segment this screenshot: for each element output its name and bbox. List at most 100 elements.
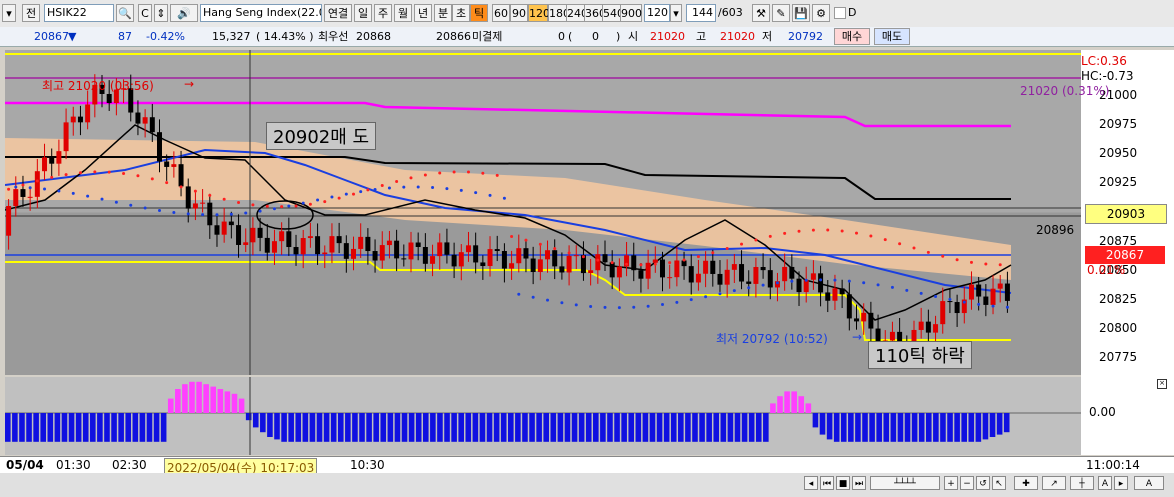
- candle-body: [925, 321, 931, 333]
- period-180[interactable]: 180: [548, 4, 570, 22]
- stop-icon[interactable]: ■: [836, 476, 850, 490]
- tools-icon[interactable]: ✎: [772, 4, 790, 22]
- chevron-down-icon[interactable]: ▾: [670, 4, 682, 22]
- candle-body: [588, 270, 594, 274]
- candle-body: [351, 248, 357, 259]
- sar-dot-red: [136, 174, 140, 178]
- sar-dot-red: [696, 255, 700, 259]
- indicator-bar: [571, 413, 578, 442]
- candle-body: [645, 262, 651, 279]
- candle-body: [832, 288, 838, 301]
- close-pane-icon[interactable]: ×: [1157, 379, 1167, 389]
- count-total: /603: [718, 6, 743, 19]
- best-bid-label: 최우선: [318, 30, 349, 43]
- sar-dot-blue: [560, 301, 564, 305]
- day-tab[interactable]: 일: [354, 4, 372, 22]
- period-select[interactable]: 120: [644, 4, 670, 22]
- month-tab[interactable]: 월: [394, 4, 412, 22]
- sar-dot-red: [165, 181, 169, 185]
- scroll-right-icon[interactable]: ▸: [1114, 476, 1128, 490]
- sound-icon[interactable]: 🔊: [170, 4, 198, 22]
- save-icon[interactable]: 💾: [792, 4, 810, 22]
- index-name-field[interactable]: Hang Seng Index(22.0: [200, 4, 322, 22]
- period-90[interactable]: 90: [510, 4, 528, 22]
- buy-button[interactable]: 매수: [834, 28, 870, 45]
- sar-dot-red: [969, 260, 973, 264]
- candle-body: [753, 266, 759, 284]
- indicator-bar: [61, 413, 68, 442]
- link-button[interactable]: 연결: [324, 4, 352, 22]
- sell-button[interactable]: 매도: [874, 28, 910, 45]
- font-larger-icon[interactable]: A: [1134, 476, 1164, 490]
- candle-body: [724, 269, 730, 285]
- price-tag-yellow: 20903: [1085, 204, 1167, 224]
- period-240[interactable]: 240: [566, 4, 588, 22]
- candle-body: [983, 296, 989, 305]
- indicator-bar: [940, 413, 946, 442]
- indicator-bar: [33, 413, 39, 442]
- sar-dot-blue: [1005, 305, 1009, 309]
- scroll-left-icon[interactable]: ◂: [804, 476, 818, 490]
- candle-body: [465, 245, 471, 253]
- sar-dot-blue: [445, 187, 449, 191]
- indicator-bar: [210, 386, 217, 413]
- period-900[interactable]: 900: [620, 4, 642, 22]
- candle-body: [444, 242, 450, 255]
- ruler-icon[interactable]: ┼: [1070, 476, 1094, 490]
- all-button[interactable]: 전: [22, 4, 40, 22]
- zoom-in-icon[interactable]: +: [944, 476, 958, 490]
- price-change-pct: -0.42%: [146, 30, 185, 43]
- sar-dot-red: [840, 229, 844, 233]
- crosshair-icon[interactable]: ✚: [1014, 476, 1038, 490]
- pointer-icon[interactable]: ↗: [1042, 476, 1066, 490]
- count-input[interactable]: 144: [686, 4, 716, 22]
- second-tab[interactable]: 초: [452, 4, 470, 22]
- sar-dot-red: [754, 238, 758, 242]
- sar-dot-red: [21, 183, 25, 187]
- compare-icon[interactable]: C: [138, 4, 152, 22]
- minute-tab[interactable]: 분: [434, 4, 452, 22]
- period-360[interactable]: 360: [584, 4, 606, 22]
- candle-body: [990, 288, 996, 305]
- drop-note[interactable]: 110틱 하락: [868, 341, 972, 369]
- first-icon[interactable]: ⏮: [820, 476, 834, 490]
- sell-note[interactable]: 20902매 도: [266, 122, 377, 150]
- indicator-bar: [231, 393, 238, 413]
- candle-body: [379, 245, 385, 261]
- candle-body: [810, 273, 816, 280]
- search-icon[interactable]: 🔍: [116, 4, 134, 22]
- week-tab[interactable]: 주: [374, 4, 392, 22]
- indicator-bar: [933, 413, 939, 442]
- period-120[interactable]: 120: [528, 4, 550, 22]
- sar-dot-blue: [316, 198, 320, 202]
- dropdown-arrow-icon[interactable]: ▾: [2, 4, 16, 22]
- indicator-bar: [146, 413, 153, 442]
- symbol-input[interactable]: HSIK22: [44, 4, 114, 22]
- d-checkbox[interactable]: [834, 7, 846, 19]
- down-arrow-icon: ▼: [68, 30, 77, 43]
- zoom-out-icon[interactable]: −: [960, 476, 974, 490]
- sar-dot-red: [395, 179, 399, 183]
- cursor-icon[interactable]: ↖: [992, 476, 1006, 490]
- reset-icon[interactable]: ↺: [976, 476, 990, 490]
- sar-dot-red: [998, 263, 1002, 267]
- indicator-bar: [515, 413, 521, 442]
- year-tab[interactable]: 년: [414, 4, 432, 22]
- font-smaller-icon[interactable]: A: [1098, 476, 1112, 490]
- indicator-bar: [840, 413, 847, 442]
- tick-tab[interactable]: 틱: [470, 4, 488, 22]
- sar-dot-blue: [43, 187, 47, 191]
- sar-dot-red: [912, 246, 916, 250]
- candle-body: [415, 242, 421, 248]
- candle-body: [315, 236, 321, 255]
- last-icon[interactable]: ⏭: [852, 476, 866, 490]
- period-540[interactable]: 540: [602, 4, 624, 22]
- candle-body: [501, 251, 507, 269]
- price-chart[interactable]: [4, 50, 1081, 375]
- scroll-icon[interactable]: ⇕: [154, 4, 168, 22]
- scroll-track[interactable]: ┴┴┴┴: [870, 476, 940, 490]
- settings-icon[interactable]: ⚙: [812, 4, 830, 22]
- indicator-icon[interactable]: ⚒: [752, 4, 770, 22]
- period-60[interactable]: 60: [492, 4, 510, 22]
- indicator-pane[interactable]: [5, 377, 1081, 455]
